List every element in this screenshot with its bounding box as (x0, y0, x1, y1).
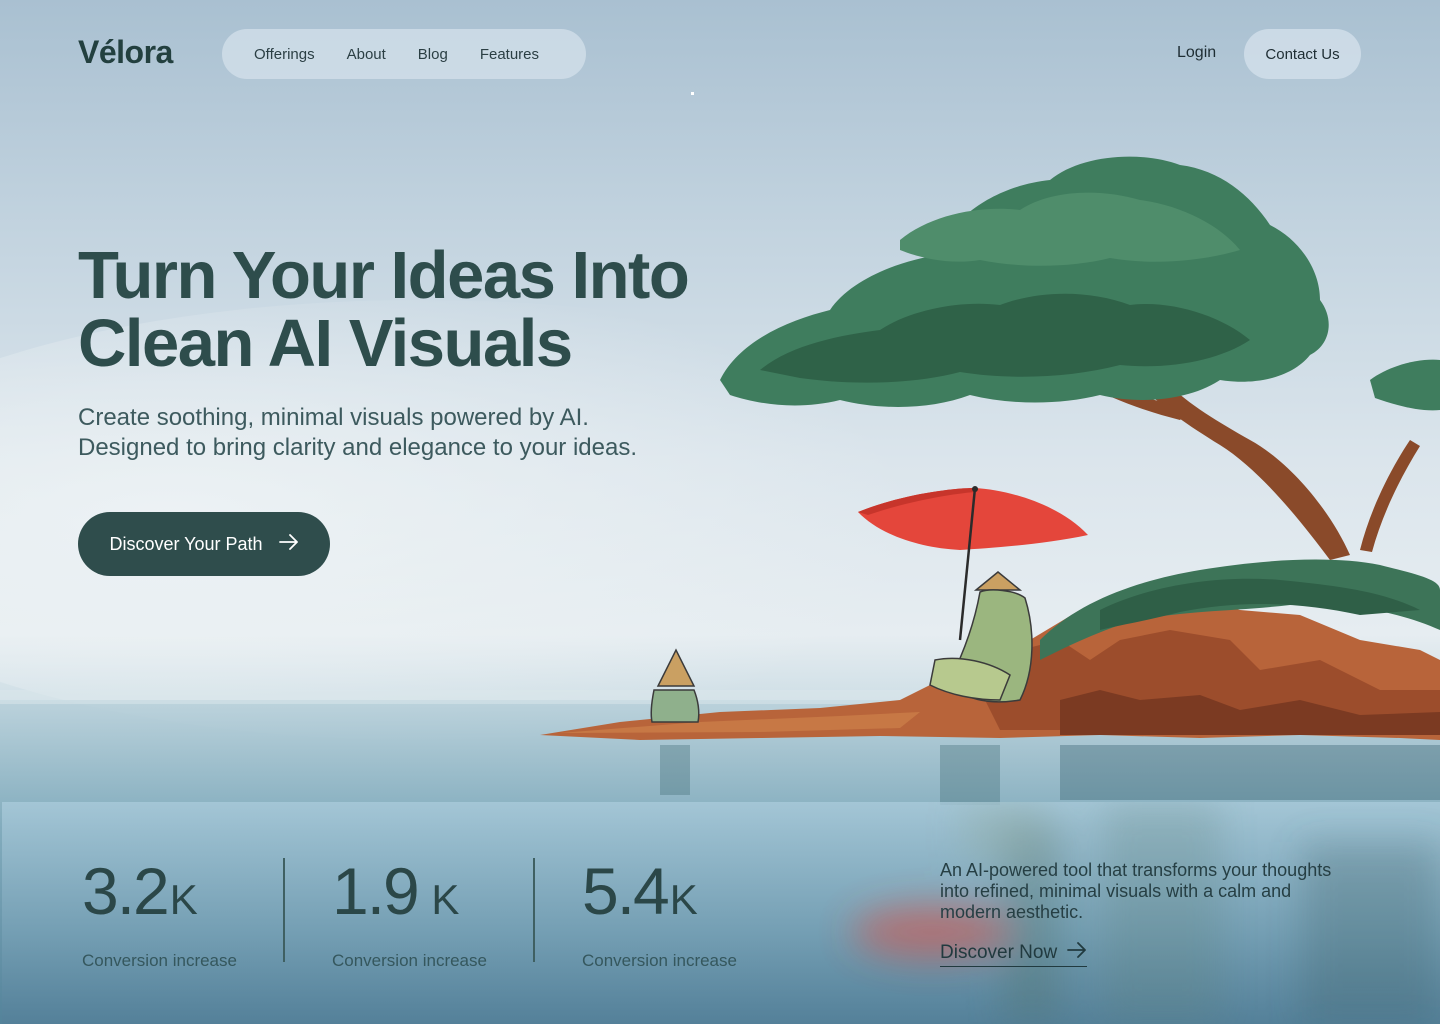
stat-divider (533, 858, 535, 962)
discover-now-label: Discover Now (940, 942, 1058, 963)
login-link[interactable]: Login (1177, 44, 1216, 62)
discover-now-link[interactable]: Discover Now (940, 942, 1088, 967)
hero-title-line-2: Clean AI Visuals (78, 306, 573, 381)
product-description: An AI-powered tool that transforms your … (940, 860, 1380, 923)
description-line-2: into refined, minimal visuals with a cal… (940, 881, 1292, 901)
hero-section: Turn Your Ideas Into Clean AI Visuals Cr… (78, 242, 758, 463)
nav-pill: Offerings About Blog Features (222, 29, 586, 79)
stat-divider (283, 858, 285, 962)
contact-us-button[interactable]: Contact Us (1244, 29, 1361, 79)
stat-3-value: 5.4K (582, 854, 698, 928)
stat-2: 1.9 K Conversion increase (332, 858, 487, 971)
nav-item-blog[interactable]: Blog (418, 46, 448, 63)
stat-3-label: Conversion increase (582, 951, 737, 970)
discover-your-path-button[interactable]: Discover Your Path (78, 512, 330, 576)
brand-logo[interactable]: Vélora (78, 34, 173, 71)
stats-band: 3.2K Conversion increase 1.9 K Conversio… (2, 802, 1440, 1024)
hero-subtitle: Create soothing, minimal visuals powered… (78, 403, 718, 463)
cta-label: Discover Your Path (109, 533, 263, 554)
nav-item-offerings[interactable]: Offerings (254, 46, 315, 63)
description-line-1: An AI-powered tool that transforms your … (940, 860, 1332, 880)
stat-2-label: Conversion increase (332, 951, 487, 970)
hero-subtitle-line-2: Designed to bring clarity and elegance t… (78, 434, 638, 461)
description-line-3: modern aesthetic. (940, 902, 1084, 922)
hero-title: Turn Your Ideas Into Clean AI Visuals (78, 242, 758, 378)
hero-subtitle-line-1: Create soothing, minimal visuals powered… (78, 404, 589, 431)
stat-3: 5.4K Conversion increase (582, 858, 737, 971)
nav-item-about[interactable]: About (347, 46, 386, 63)
stat-1: 3.2K Conversion increase (82, 858, 237, 971)
nav-item-features[interactable]: Features (480, 46, 539, 63)
hero-title-line-1: Turn Your Ideas Into (78, 238, 690, 313)
top-navigation: Vélora Offerings About Blog Features Log… (0, 0, 1440, 110)
stat-1-value: 3.2K (82, 854, 198, 928)
arrow-right-icon (1067, 942, 1087, 964)
arrow-right-icon (278, 534, 299, 554)
stat-2-value: 1.9 K (332, 854, 460, 928)
stat-1-label: Conversion increase (82, 951, 237, 970)
